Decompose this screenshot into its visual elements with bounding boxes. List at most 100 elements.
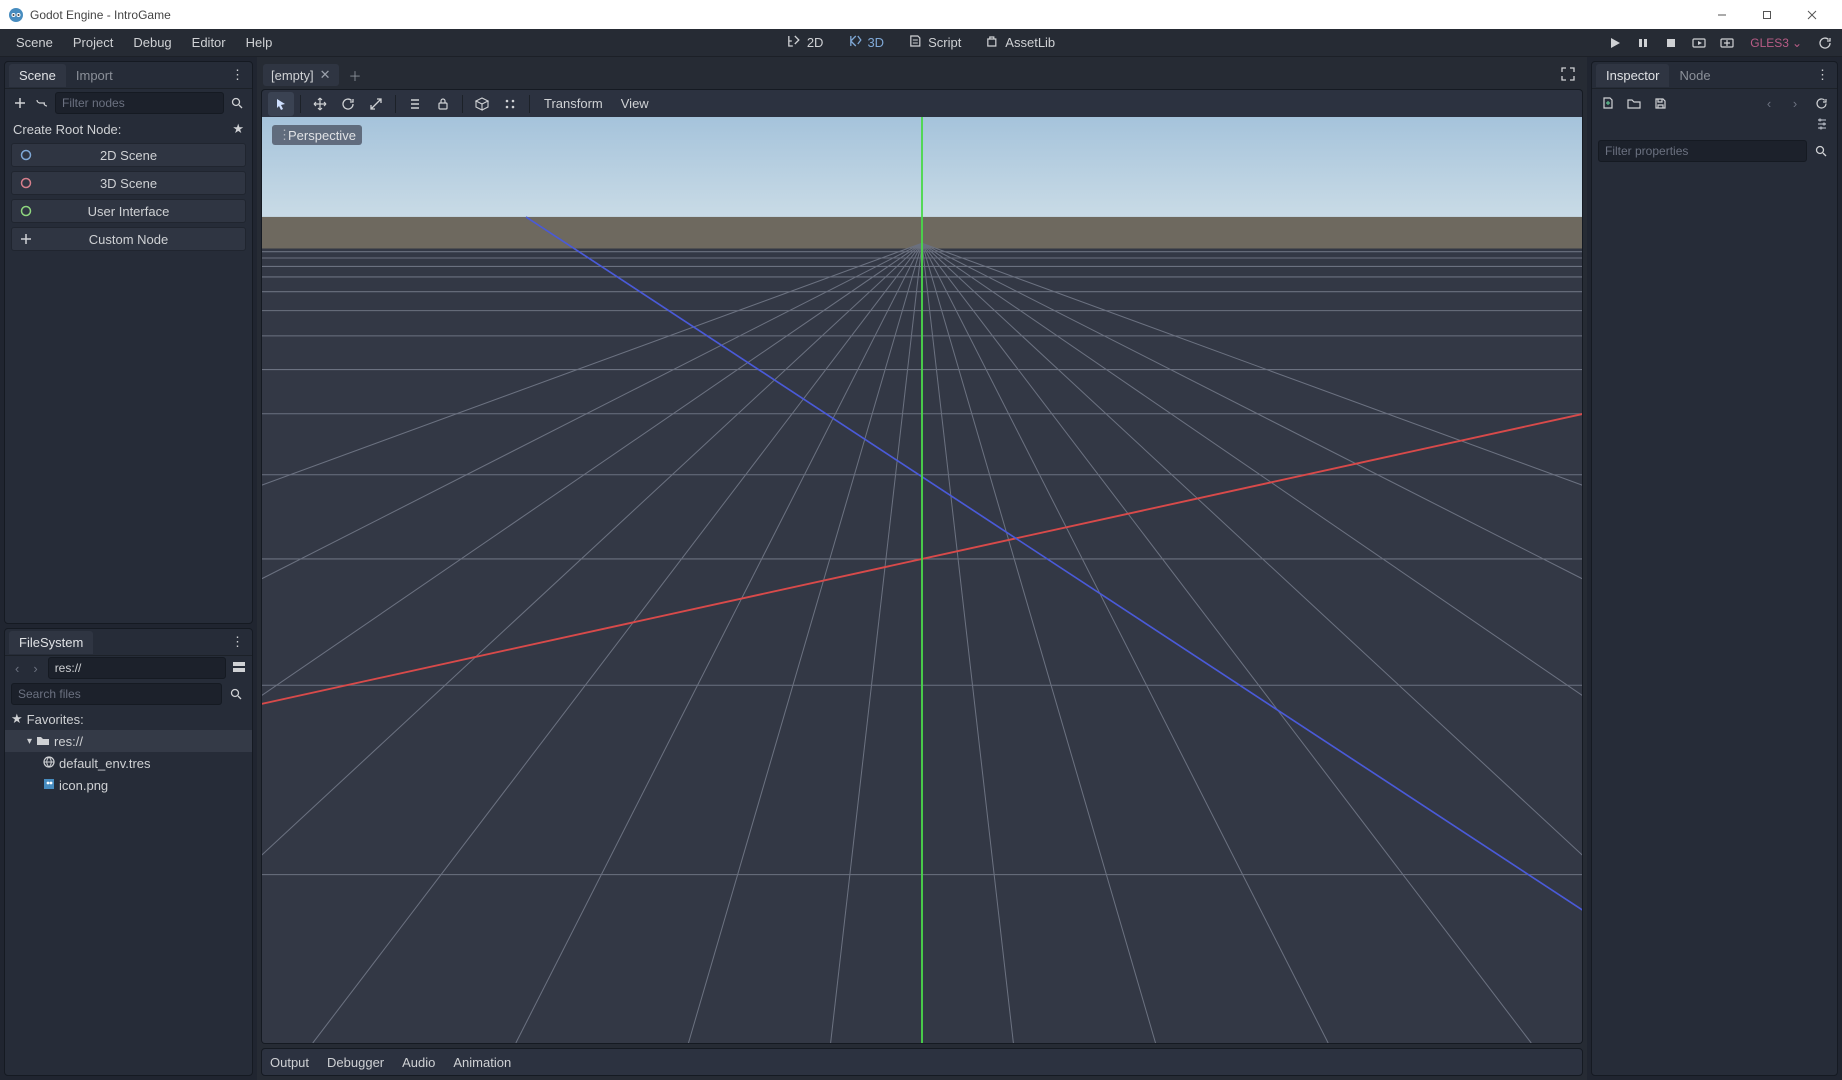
workspace-script[interactable]: Script (898, 30, 971, 55)
workspace-3d[interactable]: 3D (837, 30, 894, 55)
play-scene-button[interactable] (1688, 32, 1710, 54)
sliders-icon[interactable] (1815, 117, 1829, 137)
perspective-dropdown[interactable]: Perspective (272, 125, 362, 145)
menu-transform[interactable]: Transform (536, 96, 611, 111)
search-icon[interactable] (228, 93, 246, 113)
tool-scale[interactable] (363, 92, 389, 116)
renderer-select[interactable]: GLES3⌄ (1744, 36, 1808, 50)
workspace-assetlib-label: AssetLib (1005, 35, 1055, 50)
tool-lock[interactable] (430, 92, 456, 116)
window-title: Godot Engine - IntroGame (30, 8, 171, 22)
filesystem-panel: FileSystem ⋮ ‹ › ★ Favorites: (4, 628, 253, 1076)
workspace-2d[interactable]: 2D (777, 30, 834, 55)
close-window-button[interactable] (1789, 0, 1834, 29)
menu-scene[interactable]: Scene (6, 31, 63, 54)
favorite-icon[interactable]: ★ (232, 121, 244, 137)
add-node-button[interactable] (11, 93, 29, 113)
fs-file-env[interactable]: default_env.tres (5, 752, 252, 774)
inspector-search-icon[interactable] (1811, 141, 1831, 161)
menu-debug[interactable]: Debug (123, 31, 181, 54)
stop-button[interactable] (1660, 32, 1682, 54)
menu-help[interactable]: Help (236, 31, 283, 54)
distraction-free-button[interactable] (1555, 67, 1581, 84)
root-user-interface[interactable]: User Interface (11, 199, 246, 223)
root-custom-label: Custom Node (40, 232, 245, 247)
history-back[interactable]: ‹ (1759, 93, 1779, 113)
fs-forward[interactable]: › (29, 661, 41, 676)
filter-nodes-input[interactable] (55, 92, 224, 114)
refresh-icon[interactable] (1814, 32, 1836, 54)
inspector-panel: Inspector Node ⋮ ‹ › (1591, 61, 1838, 1076)
renderer-label: GLES3 (1750, 36, 1789, 50)
fs-search-icon[interactable] (226, 684, 246, 704)
menu-editor[interactable]: Editor (182, 31, 236, 54)
create-root-label: Create Root Node: ★ (5, 117, 252, 141)
workspace-3d-label: 3D (867, 35, 884, 50)
scene-tab-empty[interactable]: [empty] ✕ (263, 64, 339, 86)
tool-snap-config[interactable] (497, 92, 523, 116)
root-2d-scene[interactable]: 2D Scene (11, 143, 246, 167)
play-custom-scene-button[interactable] (1716, 32, 1738, 54)
bottom-output[interactable]: Output (270, 1055, 309, 1070)
scene-panel-menu[interactable]: ⋮ (227, 67, 248, 83)
fs-favorites[interactable]: ★ Favorites: (5, 708, 252, 730)
root-3d-scene[interactable]: 3D Scene (11, 171, 246, 195)
fs-splitview-button[interactable] (232, 661, 246, 676)
pause-button[interactable] (1632, 32, 1654, 54)
fs-file-icon[interactable]: icon.png (5, 774, 252, 796)
new-scene-tab-button[interactable]: ＋ (343, 66, 368, 85)
grip-icon (278, 127, 284, 143)
play-button[interactable] (1604, 32, 1626, 54)
minimize-button[interactable] (1699, 0, 1744, 29)
fs-root-folder[interactable]: ▾ res:// (5, 730, 252, 752)
fs-search-input[interactable] (11, 683, 222, 705)
left-dock: Scene Import ⋮ Create Root Node: ★ 2D Sc (0, 57, 257, 1080)
inspector-panel-menu[interactable]: ⋮ (1812, 67, 1833, 83)
workspace-script-label: Script (928, 35, 961, 50)
history-forward[interactable]: › (1785, 93, 1805, 113)
tool-list[interactable] (402, 92, 428, 116)
workspace-2d-label: 2D (807, 35, 824, 50)
tool-rotate[interactable] (335, 92, 361, 116)
link-node-button[interactable] (33, 93, 51, 113)
workspace-assetlib[interactable]: AssetLib (975, 30, 1065, 55)
center-area: [empty] ✕ ＋ Transform (257, 57, 1587, 1080)
tool-select[interactable] (268, 92, 294, 116)
star-icon: ★ (11, 711, 23, 727)
close-tab-icon[interactable]: ✕ (320, 67, 331, 83)
bottom-audio[interactable]: Audio (402, 1055, 435, 1070)
tab-inspector[interactable]: Inspector (1596, 64, 1669, 87)
bottom-debugger[interactable]: Debugger (327, 1055, 384, 1070)
menu-view[interactable]: View (613, 96, 657, 111)
fs-path-input[interactable] (48, 657, 226, 679)
scene-panel: Scene Import ⋮ Create Root Node: ★ 2D Sc (4, 61, 253, 624)
filesystem-panel-menu[interactable]: ⋮ (227, 634, 248, 650)
bottom-animation[interactable]: Animation (453, 1055, 511, 1070)
image-file-icon (43, 778, 55, 793)
open-resource-button[interactable] (1624, 93, 1644, 113)
tab-node[interactable]: Node (1669, 64, 1720, 87)
menu-project[interactable]: Project (63, 31, 123, 54)
workspace-2d-icon (787, 34, 801, 51)
fs-back[interactable]: ‹ (11, 661, 23, 676)
maximize-button[interactable] (1744, 0, 1789, 29)
history-refresh[interactable] (1811, 93, 1831, 113)
tool-cube[interactable] (469, 92, 495, 116)
filter-properties-input[interactable] (1598, 140, 1807, 162)
fs-file-env-label: default_env.tres (59, 756, 151, 771)
bottom-panel-tabs: Output Debugger Audio Animation (261, 1048, 1583, 1076)
fs-file-icon-label: icon.png (59, 778, 108, 793)
root-custom-node[interactable]: Custom Node (11, 227, 246, 251)
control-icon (12, 204, 40, 218)
root-3d-label: 3D Scene (40, 176, 245, 191)
root-2d-label: 2D Scene (40, 148, 245, 163)
viewport-3d[interactable]: Perspective (261, 117, 1583, 1044)
godot-logo-icon (8, 7, 24, 23)
tab-scene[interactable]: Scene (9, 64, 66, 87)
tool-move[interactable] (307, 92, 333, 116)
save-resource-button[interactable] (1650, 93, 1670, 113)
tab-filesystem[interactable]: FileSystem (9, 631, 93, 654)
script-icon (908, 34, 922, 51)
new-resource-button[interactable] (1598, 93, 1618, 113)
tab-import[interactable]: Import (66, 64, 123, 87)
